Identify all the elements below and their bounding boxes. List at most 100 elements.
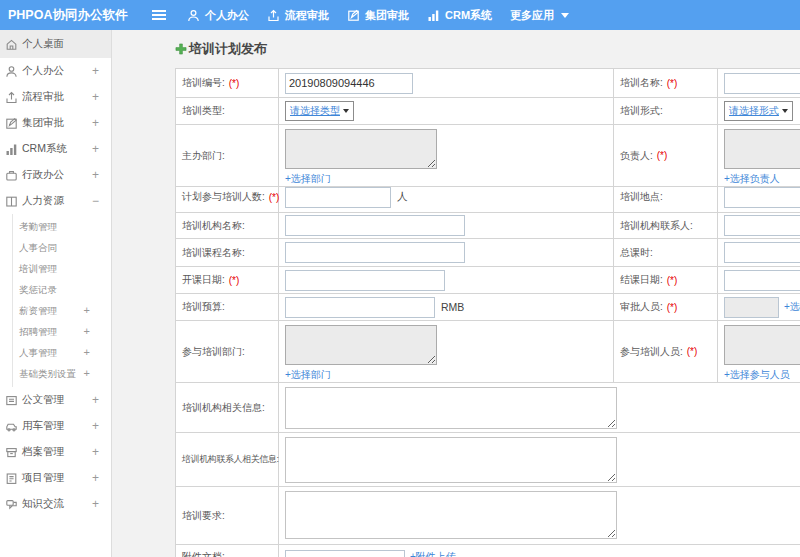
sidebar-item-knowledge[interactable]: 知识交流 +	[0, 491, 111, 517]
training-name-input[interactable]	[724, 73, 800, 94]
join-people-textarea[interactable]	[724, 325, 800, 365]
training-form: 培训编号:(*) 培训名称:(*) 培训类型: 请选择类型 培训形式: 请选择形…	[175, 68, 800, 557]
briefcase-icon	[5, 169, 18, 182]
label-attachment: 附件文档:	[176, 545, 279, 557]
sidebar-subitem-attendance[interactable]: 考勤管理	[19, 216, 111, 237]
app-logo: PHPOA协同办公软件	[0, 7, 144, 24]
upload-attachment-link[interactable]: +附件上传	[410, 550, 456, 557]
main-content: 培训计划发布 培训编号:(*) 培训名称:(*) 培训类型: 请选择类型 培训形…	[112, 30, 800, 557]
label-leader: 负责人:(*)	[614, 125, 718, 187]
process-approval-icon	[267, 9, 280, 22]
label-host-dept: 主办部门:	[176, 125, 279, 187]
caret-down-icon	[561, 13, 569, 18]
clipboard-icon	[5, 472, 18, 485]
org-name-input[interactable]	[285, 215, 465, 236]
sidebar-item-vehicle[interactable]: 用车管理 +	[0, 413, 111, 439]
crm-chart-icon	[5, 143, 18, 156]
budget-input[interactable]	[285, 297, 435, 318]
training-form-select[interactable]: 请选择形式	[724, 101, 793, 121]
org-contact-input[interactable]	[724, 215, 800, 236]
sidebar-item-archives[interactable]: 档案管理 +	[0, 439, 111, 465]
label-org-contact: 培训机构联系人:	[614, 213, 718, 239]
end-date-input[interactable]	[724, 270, 800, 291]
sidebar-item-hr[interactable]: 人力资源 −	[0, 188, 111, 214]
nav-more-apps[interactable]: 更多应用	[501, 0, 578, 30]
training-type-select[interactable]: 请选择类型	[285, 101, 354, 121]
process-approval-icon	[5, 91, 18, 104]
label-training-type: 培训类型:	[176, 98, 279, 125]
label-approver: 审批人员:(*)	[614, 294, 718, 321]
label-budget: 培训预算:	[176, 294, 279, 321]
approver-input[interactable]	[724, 297, 779, 318]
chat-icon	[5, 498, 18, 511]
host-dept-textarea[interactable]	[285, 129, 437, 169]
page-title: 培训计划发布	[175, 38, 800, 60]
sidebar-item-personal-office[interactable]: 个人办公 +	[0, 58, 111, 84]
nav-process-approval[interactable]: 流程审批	[258, 0, 338, 30]
group-approval-icon	[5, 117, 18, 130]
label-training-no: 培训编号:(*)	[176, 69, 279, 98]
sidebar-hr-children: 考勤管理 人事合同 培训管理 奖惩记录 薪资管理+ 招聘管理+ 人事管理+ 基础…	[12, 214, 111, 387]
label-org-info: 培训机构相关信息:	[176, 383, 279, 433]
archive-icon	[5, 446, 18, 459]
document-icon	[5, 394, 18, 407]
user-icon	[187, 9, 200, 22]
location-input[interactable]	[724, 187, 800, 208]
sidebar-subitem-personnel[interactable]: 人事管理+	[19, 342, 111, 363]
requirement-textarea[interactable]	[285, 491, 617, 539]
org-contact-info-textarea[interactable]	[285, 437, 617, 483]
car-icon	[5, 420, 18, 433]
sidebar-subitem-rewards[interactable]: 奖惩记录	[19, 279, 111, 300]
select-participants-link[interactable]: +选择参与人员	[724, 368, 790, 382]
planned-count-input[interactable]	[285, 187, 391, 208]
leader-textarea[interactable]	[724, 129, 800, 169]
sidebar-item-group-approval[interactable]: 集团审批 +	[0, 110, 111, 136]
sidebar-item-documents[interactable]: 公文管理 +	[0, 387, 111, 413]
menu-icon[interactable]	[144, 10, 174, 20]
label-course-name: 培训课程名称:	[176, 239, 279, 267]
sidebar-subitem-training[interactable]: 培训管理	[19, 258, 111, 279]
label-training-form: 培训形式:	[614, 98, 718, 125]
select-join-dept-link[interactable]: +选择部门	[285, 368, 331, 382]
select-arrow-icon	[343, 109, 349, 113]
sidebar-subitem-base-category[interactable]: 基础类别设置+	[19, 363, 111, 384]
label-org-name: 培训机构名称:	[176, 213, 279, 239]
training-no-input[interactable]	[285, 73, 413, 94]
sidebar-item-projects[interactable]: 项目管理 +	[0, 465, 111, 491]
label-requirement: 培训要求:	[176, 487, 279, 545]
home-icon	[5, 38, 18, 51]
group-approval-icon	[347, 9, 360, 22]
nav-group-approval[interactable]: 集团审批	[338, 0, 418, 30]
book-icon	[5, 195, 18, 208]
user-icon	[5, 65, 18, 78]
crm-chart-icon	[427, 9, 440, 22]
sidebar-subitem-salary[interactable]: 薪资管理+	[19, 300, 111, 321]
label-join-dept: 参与培训部门:	[176, 321, 279, 383]
label-join-people: 参与培训人员:(*)	[614, 321, 718, 383]
select-approver-link[interactable]: +选择审批人员	[784, 300, 800, 314]
sidebar-subitem-hr-contract[interactable]: 人事合同	[19, 237, 111, 258]
topbar: PHPOA协同办公软件 个人办公 流程审批 集团审批 CRM系统 更多应用	[0, 0, 800, 30]
label-start-date: 开课日期:(*)	[176, 267, 279, 294]
plus-icon	[175, 43, 187, 55]
join-dept-textarea[interactable]	[285, 325, 437, 365]
sidebar-item-crm[interactable]: CRM系统 +	[0, 136, 111, 162]
start-date-input[interactable]	[285, 270, 445, 291]
attachment-input[interactable]	[285, 550, 405, 557]
nav-personal-office[interactable]: 个人办公	[178, 0, 258, 30]
top-nav: 个人办公 流程审批 集团审批 CRM系统 更多应用	[178, 0, 578, 30]
total-hours-input[interactable]	[724, 242, 800, 263]
label-training-name: 培训名称:(*)	[614, 69, 718, 98]
label-total-hours: 总课时:	[614, 239, 718, 267]
sidebar-item-admin-office[interactable]: 行政办公 +	[0, 162, 111, 188]
label-location: 培训地点:	[614, 182, 718, 213]
label-end-date: 结课日期:(*)	[614, 267, 718, 294]
org-info-textarea[interactable]	[285, 387, 617, 429]
sidebar-subitem-recruit[interactable]: 招聘管理+	[19, 321, 111, 342]
nav-crm[interactable]: CRM系统	[418, 0, 501, 30]
course-name-input[interactable]	[285, 242, 465, 263]
label-planned-count: 计划参与培训人数:(*)	[176, 182, 279, 213]
sidebar-item-process-approval[interactable]: 流程审批 +	[0, 84, 111, 110]
sidebar-item-desktop[interactable]: 个人桌面	[0, 30, 111, 58]
sidebar: 个人桌面 个人办公 + 流程审批 + 集团审批 + CRM系统 + 行政办公 +…	[0, 30, 112, 557]
